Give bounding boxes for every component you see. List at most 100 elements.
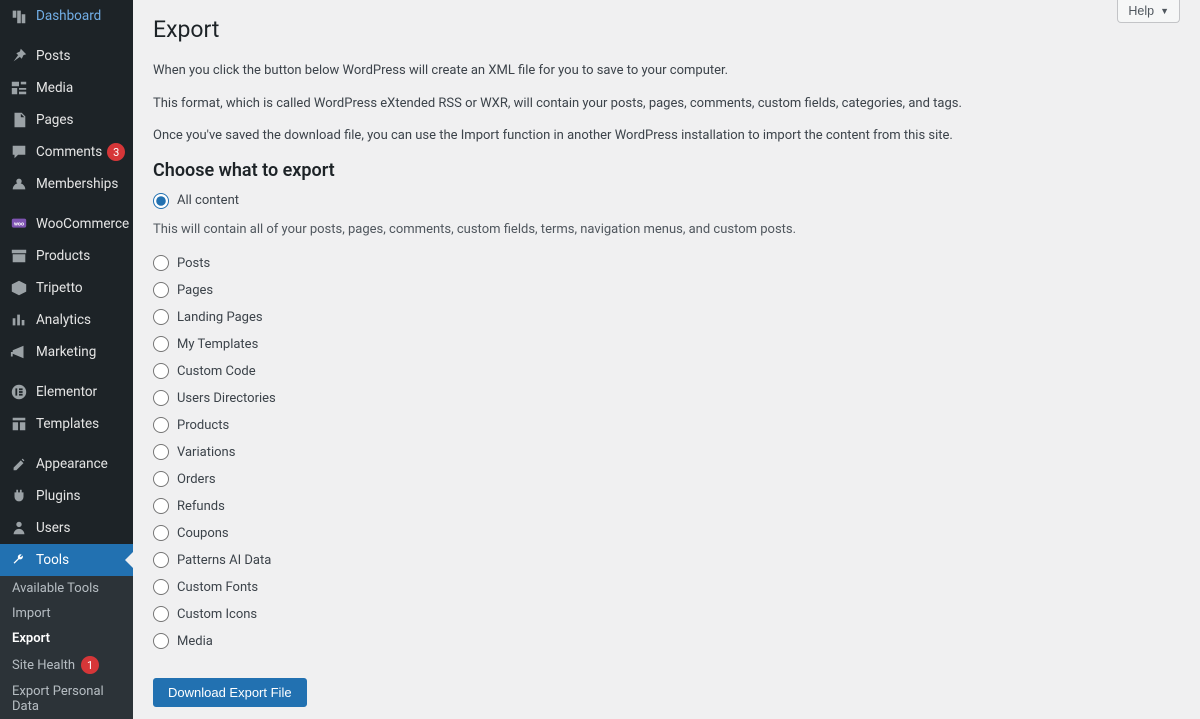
radio-custom-fonts-label[interactable]: Custom Fonts — [177, 580, 258, 595]
radio-custom-code-label[interactable]: Custom Code — [177, 364, 256, 379]
radio-landing-pages-input[interactable] — [153, 309, 169, 325]
radio-option-row: Landing Pages — [153, 309, 1180, 325]
sidebar-item-tripetto[interactable]: Tripetto — [0, 272, 133, 304]
submenu-item-export[interactable]: Export — [0, 626, 133, 651]
submenu-item-available-tools[interactable]: Available Tools — [0, 576, 133, 601]
intro-paragraph-2: This format, which is called WordPress e… — [153, 94, 1180, 114]
admin-sidebar: Dashboard Posts Media Pages Comments 3 M… — [0, 0, 133, 719]
radio-custom-code-input[interactable] — [153, 363, 169, 379]
choose-heading: Choose what to export — [153, 160, 1180, 181]
sidebar-item-templates[interactable]: Templates — [0, 408, 133, 440]
sidebar-item-elementor[interactable]: Elementor — [0, 376, 133, 408]
sidebar-item-label: Analytics — [36, 312, 91, 328]
radio-media-label[interactable]: Media — [177, 634, 213, 649]
radio-variations-label[interactable]: Variations — [177, 445, 235, 460]
media-icon — [10, 79, 28, 97]
radio-option-row: Custom Icons — [153, 606, 1180, 622]
radio-all-content-input[interactable] — [153, 193, 169, 209]
sidebar-item-label: Elementor — [36, 384, 97, 400]
sidebar-item-memberships[interactable]: Memberships — [0, 168, 133, 200]
radio-patterns-ai-data-input[interactable] — [153, 552, 169, 568]
radio-my-templates-input[interactable] — [153, 336, 169, 352]
radio-option-row: Refunds — [153, 498, 1180, 514]
radio-my-templates-label[interactable]: My Templates — [177, 337, 258, 352]
sidebar-item-users[interactable]: Users — [0, 512, 133, 544]
radio-option-row: Custom Code — [153, 363, 1180, 379]
radio-option-row: Users Directories — [153, 390, 1180, 406]
radio-coupons-label[interactable]: Coupons — [177, 526, 229, 541]
page-title: Export — [153, 10, 1180, 43]
help-button[interactable]: Help ▼ — [1117, 0, 1180, 23]
download-export-button[interactable]: Download Export File — [153, 678, 307, 707]
radio-refunds-label[interactable]: Refunds — [177, 499, 225, 514]
svg-text:woo: woo — [14, 221, 24, 227]
sidebar-item-tools[interactable]: Tools — [0, 544, 133, 576]
radio-pages-label[interactable]: Pages — [177, 283, 213, 298]
sidebar-item-label: Tools — [36, 552, 69, 568]
radio-option-row: Products — [153, 417, 1180, 433]
pin-icon — [10, 47, 28, 65]
chevron-down-icon: ▼ — [1160, 6, 1169, 16]
sidebar-item-posts[interactable]: Posts — [0, 40, 133, 72]
intro-paragraph-1: When you click the button below WordPres… — [153, 61, 1180, 81]
radio-option-row: Posts — [153, 255, 1180, 271]
radio-option-row: Patterns AI Data — [153, 552, 1180, 568]
sidebar-item-pages[interactable]: Pages — [0, 104, 133, 136]
sidebar-item-label: Pages — [36, 112, 74, 128]
radio-all-content-label[interactable]: All content — [177, 193, 239, 208]
radio-users-directories-label[interactable]: Users Directories — [177, 391, 276, 406]
radio-option-row: Media — [153, 633, 1180, 649]
radio-pages-input[interactable] — [153, 282, 169, 298]
sidebar-item-analytics[interactable]: Analytics — [0, 304, 133, 336]
appearance-icon — [10, 455, 28, 473]
submenu-item-import[interactable]: Import — [0, 601, 133, 626]
radio-custom-icons-input[interactable] — [153, 606, 169, 622]
elementor-icon — [10, 383, 28, 401]
marketing-icon — [10, 343, 28, 361]
sidebar-item-plugins[interactable]: Plugins — [0, 480, 133, 512]
sidebar-item-dashboard[interactable]: Dashboard — [0, 0, 133, 32]
radio-landing-pages-label[interactable]: Landing Pages — [177, 310, 263, 325]
radio-posts-input[interactable] — [153, 255, 169, 271]
sidebar-item-label: Plugins — [36, 488, 81, 504]
radio-all-content: All content — [153, 193, 1180, 209]
radio-media-input[interactable] — [153, 633, 169, 649]
sidebar-item-products[interactable]: Products — [0, 240, 133, 272]
memberships-icon — [10, 175, 28, 193]
submenu-item-site-health[interactable]: Site Health1 — [0, 651, 133, 679]
sidebar-item-label: Tripetto — [36, 280, 83, 296]
sidebar-item-woocommerce[interactable]: woo WooCommerce — [0, 208, 133, 240]
radio-orders-label[interactable]: Orders — [177, 472, 216, 487]
radio-products-input[interactable] — [153, 417, 169, 433]
submenu-item-export-personal[interactable]: Export Personal Data — [0, 679, 133, 719]
radio-patterns-ai-data-label[interactable]: Patterns AI Data — [177, 553, 271, 568]
sidebar-item-label: Memberships — [36, 176, 118, 192]
radio-option-row: Coupons — [153, 525, 1180, 541]
woo-icon: woo — [10, 215, 28, 233]
intro-paragraph-3: Once you've saved the download file, you… — [153, 126, 1180, 146]
sidebar-item-media[interactable]: Media — [0, 72, 133, 104]
radio-users-directories-input[interactable] — [153, 390, 169, 406]
pages-icon — [10, 111, 28, 129]
radio-custom-fonts-input[interactable] — [153, 579, 169, 595]
sidebar-item-appearance[interactable]: Appearance — [0, 448, 133, 480]
sidebar-item-comments[interactable]: Comments 3 — [0, 136, 133, 168]
radio-option-row: Custom Fonts — [153, 579, 1180, 595]
sidebar-item-label: Products — [36, 248, 90, 264]
radio-variations-input[interactable] — [153, 444, 169, 460]
radio-posts-label[interactable]: Posts — [177, 256, 210, 271]
radio-refunds-input[interactable] — [153, 498, 169, 514]
radio-coupons-input[interactable] — [153, 525, 169, 541]
radio-products-label[interactable]: Products — [177, 418, 229, 433]
sidebar-item-label: WooCommerce — [36, 216, 129, 232]
sidebar-item-label: Users — [36, 520, 70, 536]
products-icon — [10, 247, 28, 265]
analytics-icon — [10, 311, 28, 329]
radio-option-row: Pages — [153, 282, 1180, 298]
radio-orders-input[interactable] — [153, 471, 169, 487]
radio-option-row: Variations — [153, 444, 1180, 460]
sidebar-item-marketing[interactable]: Marketing — [0, 336, 133, 368]
all-content-description: This will contain all of your posts, pag… — [153, 220, 1180, 240]
radio-custom-icons-label[interactable]: Custom Icons — [177, 607, 257, 622]
tripetto-icon — [10, 279, 28, 297]
